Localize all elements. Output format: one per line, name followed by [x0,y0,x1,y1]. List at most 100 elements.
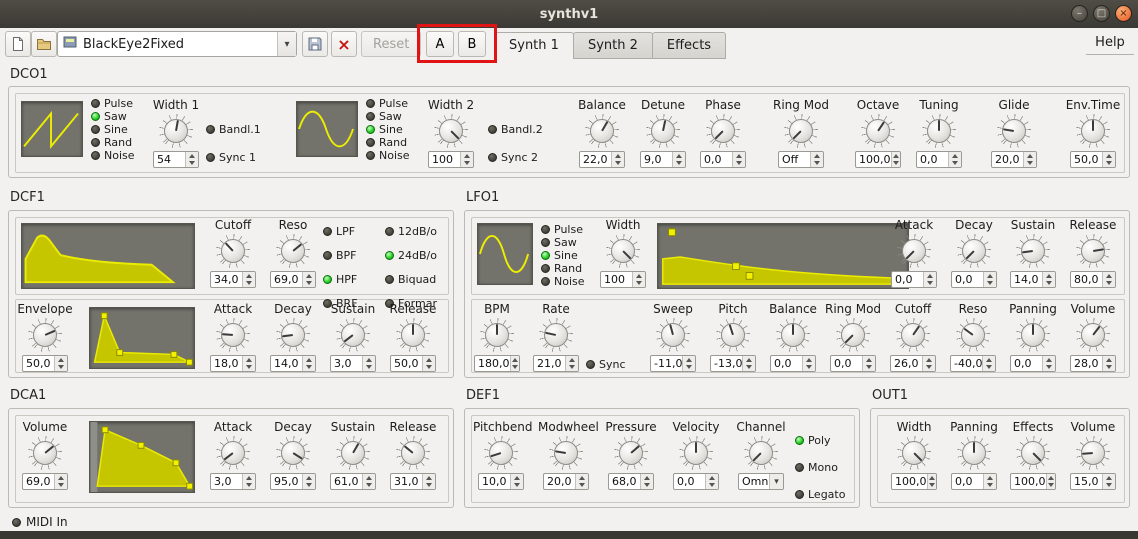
compare-b-button[interactable]: B [458,31,486,57]
compare-a-button[interactable]: A [426,31,454,57]
attack-spinbox[interactable]: 18,0 [210,355,256,372]
pressure-spinbox[interactable]: 68,0 [608,473,654,490]
radio-biquad[interactable]: Biquad [385,267,437,291]
envtime-spinbox[interactable]: 50,0 [1070,151,1116,168]
spin-arrows-icon[interactable] [742,356,755,371]
spin-arrows-icon[interactable] [422,474,435,489]
bpm-knob[interactable] [480,318,514,352]
balance-knob[interactable] [585,114,619,148]
velocity-knob[interactable] [679,436,713,470]
spin-arrows-icon[interactable] [510,474,523,489]
modwheel-knob[interactable] [549,436,583,470]
width2-spinbox[interactable]: 100 [428,151,474,168]
spin-arrows-icon[interactable] [705,474,718,489]
dco1-sync2-radio[interactable]: Sync 2 [488,151,538,164]
decay-knob[interactable] [276,436,310,470]
pitch-spinbox[interactable]: -13,0 [710,355,756,372]
reso-knob[interactable] [956,318,990,352]
spin-arrows-icon[interactable] [672,152,685,167]
decay-spinbox[interactable]: 14,0 [270,355,316,372]
dco1-wave1-display[interactable] [21,101,83,157]
volume-spinbox[interactable]: 69,0 [22,473,68,490]
rate-spinbox[interactable]: 21,0 [533,355,579,372]
radio-noise[interactable]: Noise [366,149,410,162]
radio-pulse[interactable]: Pulse [541,223,585,236]
spin-arrows-icon[interactable] [422,356,435,371]
decay-knob[interactable] [276,318,310,352]
velocity-spinbox[interactable]: 0,0 [673,473,719,490]
spin-arrows-icon[interactable] [982,356,995,371]
spin-arrows-icon[interactable] [302,272,315,287]
spin-arrows-icon[interactable] [509,356,519,371]
spin-arrows-icon[interactable] [54,474,67,489]
detune-spinbox[interactable]: 9,0 [640,151,686,168]
spin-arrows-icon[interactable] [242,272,255,287]
release-knob[interactable] [396,318,430,352]
modwheel-spinbox[interactable]: 20,0 [543,473,589,490]
tab-effects[interactable]: Effects [651,32,727,59]
sweep-knob[interactable] [656,318,690,352]
release-spinbox[interactable]: 80,0 [1070,271,1116,288]
spin-arrows-icon[interactable] [1042,356,1055,371]
phase-knob[interactable] [706,114,740,148]
radio-rand[interactable]: Rand [366,136,410,149]
effects-spinbox[interactable]: 100,0 [1010,473,1056,490]
radio-noise[interactable]: Noise [541,275,585,288]
maximize-button[interactable]: □ [1093,5,1110,22]
dco1-wave2-display[interactable] [296,101,358,157]
octave-knob[interactable] [861,114,895,148]
save-preset-button[interactable] [302,31,328,57]
volume-knob[interactable] [28,436,62,470]
dca1-envelope-display[interactable] [89,421,195,493]
spin-arrows-icon[interactable] [926,474,936,489]
spin-arrows-icon[interactable] [611,152,624,167]
spin-arrows-icon[interactable] [302,356,315,371]
radio-sine[interactable]: Sine [91,123,135,136]
lfo1-sync-radio[interactable]: Sync [586,358,626,371]
reset-button[interactable]: Reset [361,31,422,57]
lfo-width-knob[interactable] [606,234,640,268]
cutoff-spinbox[interactable]: 34,0 [210,271,256,288]
release-knob[interactable] [396,436,430,470]
spin-arrows-icon[interactable] [302,474,315,489]
radio-sine[interactable]: Sine [366,123,410,136]
dco1-bandl2-radio[interactable]: Bandl.2 [488,123,543,136]
lfo-width-spinbox[interactable]: 100 [600,271,646,288]
reso-knob[interactable] [276,234,310,268]
spin-arrows-icon[interactable] [682,356,695,371]
delete-preset-button[interactable]: × [331,31,357,57]
radio-hpf[interactable]: HPF [323,267,358,291]
sustain-knob[interactable] [1016,234,1050,268]
decay-knob[interactable] [957,234,991,268]
panning-knob[interactable] [1016,318,1050,352]
pitchbend-spinbox[interactable]: 10,0 [478,473,524,490]
octave-spinbox[interactable]: 100,0 [855,151,901,168]
radio-sine[interactable]: Sine [541,249,585,262]
preset-combobox[interactable]: BlackEye2Fixed ▾ [57,31,297,57]
width2-knob[interactable] [434,114,468,148]
radio-rand[interactable]: Rand [91,136,135,149]
release-knob[interactable] [1076,234,1110,268]
spin-arrows-icon[interactable] [565,356,578,371]
ringmod-knob[interactable] [784,114,818,148]
tab-synth2[interactable]: Synth 2 [572,32,653,59]
pitch-knob[interactable] [716,318,750,352]
combo-dropdown-icon[interactable]: ▾ [277,32,296,56]
spin-arrows-icon[interactable] [802,356,815,371]
spin-arrows-icon[interactable] [1045,474,1055,489]
envelope-knob[interactable] [28,318,62,352]
spin-arrows-icon[interactable] [948,152,961,167]
width1-knob[interactable] [159,114,193,148]
spin-arrows-icon[interactable] [632,272,645,287]
radio-pulse[interactable]: Pulse [366,97,410,110]
decay-spinbox[interactable]: 95,0 [270,473,316,490]
radio-mono[interactable]: Mono [795,454,845,481]
attack-knob[interactable] [897,234,931,268]
lfo1-wave-display[interactable] [477,223,533,285]
dcf1-filter-display[interactable] [21,223,195,289]
sustain-spinbox[interactable]: 3,0 [330,355,376,372]
lfo1-shape-display[interactable] [657,223,909,289]
radio-lpf[interactable]: LPF [323,219,358,243]
sustain-knob[interactable] [336,318,370,352]
spin-arrows-icon[interactable] [242,356,255,371]
